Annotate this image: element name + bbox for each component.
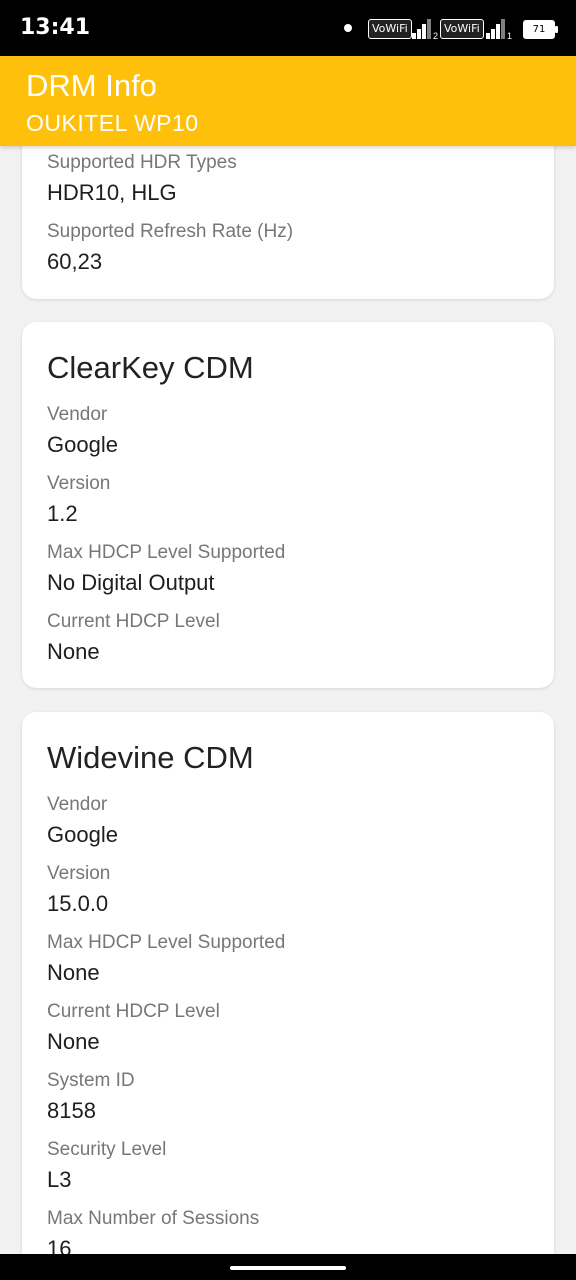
info-value: 15.0.0 (47, 891, 109, 916)
card-title: ClearKey CDM (47, 350, 254, 385)
info-value: 8158 (47, 1098, 96, 1123)
clearkey-cdm-card: ClearKey CDM Vendor Google Version 1.2 M… (22, 322, 554, 688)
info-value: None (47, 1029, 100, 1054)
info-label: Max HDCP Level Supported (47, 542, 286, 563)
info-label: Supported Refresh Rate (Hz) (47, 221, 294, 242)
info-value: No Digital Output (47, 570, 215, 595)
sim-slot-label: 1 (506, 31, 512, 41)
info-label: Vendor (47, 794, 108, 815)
info-label: Version (47, 863, 111, 884)
card-title: Widevine CDM (47, 740, 254, 775)
info-label: Vendor (47, 404, 108, 425)
display-info-card: Supported HDR Types HDR10, HLG Supported… (22, 146, 554, 299)
sim-slot-label: 2 (432, 31, 438, 41)
device-name: OUKITEL WP10 (26, 110, 199, 136)
info-value: Google (47, 822, 118, 847)
info-label: Current HDCP Level (47, 611, 220, 632)
vowifi-icon: VoWiFi (440, 19, 484, 39)
info-label: Security Level (47, 1139, 167, 1160)
info-value: None (47, 639, 100, 664)
info-value: 1.2 (47, 501, 78, 526)
signal-strength-icon: 2 (412, 17, 438, 41)
home-gesture-handle[interactable] (230, 1266, 346, 1270)
status-time: 13:41 (20, 15, 91, 40)
drm-info-list[interactable]: Supported HDR Types HDR10, HLG Supported… (0, 146, 576, 1254)
app-title: DRM Info (26, 68, 157, 103)
widevine-cdm-card: Widevine CDM Vendor Google Version 15.0.… (22, 712, 554, 1254)
info-label: Max HDCP Level Supported (47, 932, 286, 953)
signal-strength-icon: 1 (486, 17, 512, 41)
notification-dot-icon (344, 24, 352, 32)
battery-icon: 71 (523, 20, 558, 39)
info-value: Google (47, 432, 118, 457)
status-bar: 13:41 VoWiFi 2 VoWiFi 1 71 (0, 0, 576, 56)
info-value: 16 (47, 1236, 72, 1254)
info-value: L3 (47, 1167, 72, 1192)
info-label: Current HDCP Level (47, 1001, 220, 1022)
info-label: System ID (47, 1070, 135, 1091)
vowifi-icon: VoWiFi (368, 19, 412, 39)
info-value: 60,23 (47, 249, 103, 274)
info-value: None (47, 960, 100, 985)
info-label: Supported HDR Types (47, 152, 237, 173)
info-value: HDR10, HLG (47, 180, 177, 205)
app-bar: DRM Info OUKITEL WP10 (0, 56, 576, 146)
info-label: Max Number of Sessions (47, 1208, 260, 1229)
navigation-bar (0, 1254, 576, 1280)
info-label: Version (47, 473, 111, 494)
